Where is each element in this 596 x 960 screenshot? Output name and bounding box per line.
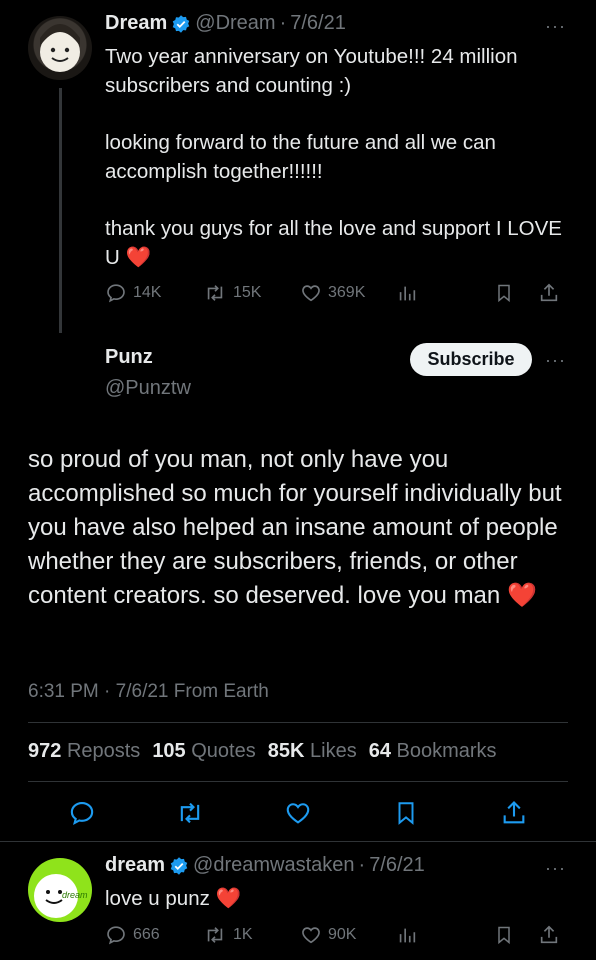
repost-icon: [207, 927, 223, 943]
avatar[interactable]: [28, 16, 92, 80]
repost-count: 15K: [233, 284, 262, 301]
repost-button[interactable]: 15K: [203, 282, 300, 304]
bookmark-icon: [498, 284, 510, 303]
verified-badge-icon: [170, 856, 188, 875]
tweet-date[interactable]: 7/6/21: [369, 854, 425, 877]
tweet-paragraph: thank you guys for all the love and supp…: [105, 214, 565, 272]
heart-emoji: ❤️: [215, 887, 242, 910]
bookmarks-stat[interactable]: 64 Bookmarks: [369, 740, 497, 763]
reply-button[interactable]: 666: [105, 924, 203, 946]
share-icon: [540, 925, 558, 944]
like-icon: [302, 927, 320, 944]
share-icon: [503, 801, 525, 824]
repost-count: 1K: [233, 926, 253, 943]
tweet-meta: 6:31 PM · 7/6/21 From Earth: [28, 681, 269, 703]
tweet-paragraph-text: thank you guys for all the love and supp…: [105, 217, 562, 269]
reply-tweet-text: love u punz ❤️: [105, 884, 241, 913]
like-icon: [286, 803, 310, 824]
reply-icon: [107, 926, 125, 945]
tweet-date[interactable]: 7/6/21: [116, 681, 169, 702]
author-handle[interactable]: @dreamwastaken: [193, 854, 354, 877]
views-button[interactable]: [396, 282, 494, 304]
like-button[interactable]: [284, 799, 312, 827]
quotes-label: Quotes: [191, 740, 256, 762]
author-name[interactable]: Dream: [105, 12, 167, 35]
author-name[interactable]: dream: [105, 854, 165, 877]
like-button[interactable]: 90K: [300, 924, 396, 946]
author-name[interactable]: Punz: [105, 346, 153, 369]
tweet-text: love u punz: [105, 887, 210, 910]
parent-tweet-text: Two year anniversary on Youtube!!! 24 mi…: [105, 42, 565, 272]
share-icon: [540, 283, 558, 302]
like-count: 90K: [328, 926, 357, 943]
quotes-stat[interactable]: 105 Quotes: [152, 740, 255, 763]
tweet-text: so proud of you man, not only have you a…: [28, 446, 562, 609]
reply-tweet-actions: 666 1K 90K: [105, 924, 565, 946]
reply-count: 14K: [133, 284, 162, 301]
divider: [28, 781, 568, 782]
tweet-paragraph: Two year anniversary on Youtube!!! 24 mi…: [105, 45, 518, 97]
more-options-icon[interactable]: ···: [545, 350, 566, 371]
reply-button[interactable]: [68, 799, 96, 827]
dream-smile-icon: dream: [34, 874, 88, 918]
subscribe-button[interactable]: Subscribe: [410, 343, 532, 376]
verified-badge-icon: [173, 14, 190, 33]
separator-dot: ·: [104, 681, 116, 702]
bookmark-button[interactable]: [494, 924, 538, 946]
reply-button[interactable]: 14K: [105, 282, 203, 304]
heart-emoji: ❤️: [506, 582, 537, 609]
author-handle[interactable]: @Dream: [195, 12, 275, 35]
bookmark-button[interactable]: [393, 799, 419, 827]
views-button[interactable]: [396, 924, 494, 946]
divider: [28, 722, 568, 723]
like-button[interactable]: 369K: [300, 282, 396, 304]
heart-emoji: ❤️: [125, 246, 152, 269]
reposts-label: Reposts: [66, 740, 141, 762]
bookmarks-count: 64: [368, 740, 391, 762]
parent-tweet-actions: 14K 15K 369K: [105, 282, 565, 304]
reposts-stat[interactable]: 972 Reposts: [28, 740, 140, 763]
thread-line: [59, 88, 62, 333]
share-button[interactable]: [500, 799, 528, 827]
avatar[interactable]: dream: [28, 858, 92, 922]
like-icon: [302, 285, 320, 302]
reply-icon: [107, 284, 125, 303]
likes-label: Likes: [310, 740, 357, 762]
bookmark-icon: [398, 802, 414, 825]
tweet-paragraph: looking forward to the future and all we…: [105, 131, 496, 183]
repost-icon: [180, 802, 200, 824]
more-options-icon[interactable]: ···: [545, 16, 566, 37]
more-options-icon[interactable]: ···: [545, 858, 566, 879]
reply-icon: [70, 802, 94, 825]
share-button[interactable]: [538, 924, 560, 946]
bookmark-button[interactable]: [494, 282, 538, 304]
separator-dot: ·: [358, 854, 366, 876]
reposts-count: 972: [28, 740, 62, 762]
engagement-stats: 972 Reposts 105 Quotes 85K Likes 64 Book…: [28, 740, 497, 763]
repost-icon: [207, 285, 223, 301]
author-handle[interactable]: @Punztw: [105, 377, 191, 400]
share-button[interactable]: [538, 282, 560, 304]
main-tweet-text: so proud of you man, not only have you a…: [28, 443, 568, 613]
repost-button[interactable]: [175, 799, 205, 827]
tweet-time[interactable]: 6:31 PM: [28, 681, 99, 702]
separator-dot: ·: [279, 12, 287, 34]
views-icon: [399, 286, 416, 301]
divider: [0, 841, 596, 842]
tweet-date[interactable]: 7/6/21: [290, 12, 346, 35]
likes-count: 85K: [267, 740, 305, 762]
avatar-label: dream: [62, 890, 88, 900]
reply-count: 666: [133, 926, 160, 943]
quotes-count: 105: [152, 740, 186, 762]
likes-stat[interactable]: 85K Likes: [268, 740, 357, 763]
like-count: 369K: [328, 284, 366, 301]
tweet-source: From Earth: [173, 681, 269, 702]
reply-tweet-header: dream @dreamwastaken · 7/6/21: [105, 854, 425, 877]
bookmarks-label: Bookmarks: [396, 740, 497, 762]
views-icon: [399, 928, 416, 943]
parent-tweet-header: Dream @Dream · 7/6/21: [105, 12, 346, 35]
repost-button[interactable]: 1K: [203, 924, 300, 946]
dream-mask-icon: [40, 24, 80, 72]
bookmark-icon: [498, 926, 510, 945]
